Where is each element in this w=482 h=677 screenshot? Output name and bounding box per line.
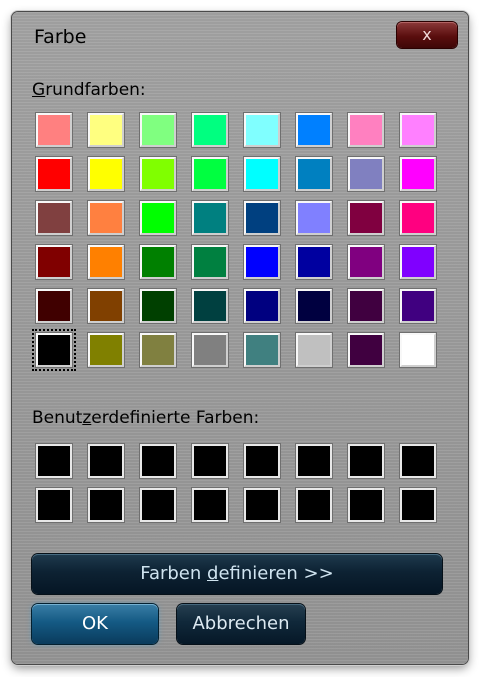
custom-color-swatch[interactable] — [36, 444, 72, 478]
basic-color-swatch[interactable] — [348, 113, 384, 147]
basic-color-swatch[interactable] — [400, 333, 436, 367]
cancel-button[interactable]: Abbrechen — [177, 604, 305, 644]
color-dialog: Farbe x Grundfarben: Benutzerdefinierte … — [12, 12, 468, 664]
basic-color-swatch[interactable] — [244, 245, 280, 279]
ok-button[interactable]: OK — [32, 604, 158, 644]
basic-color-swatch[interactable] — [348, 245, 384, 279]
basic-color-swatch[interactable] — [348, 201, 384, 235]
basic-color-swatch[interactable] — [244, 333, 280, 367]
basic-color-swatch[interactable] — [296, 201, 332, 235]
basic-color-swatch[interactable] — [36, 201, 72, 235]
basic-color-swatch[interactable] — [192, 113, 228, 147]
basic-color-swatch[interactable] — [244, 201, 280, 235]
custom-color-swatch[interactable] — [140, 444, 176, 478]
basic-color-swatch[interactable] — [244, 157, 280, 191]
basic-color-swatch[interactable] — [348, 289, 384, 323]
basic-color-swatch[interactable] — [140, 289, 176, 323]
basic-color-swatch[interactable] — [192, 201, 228, 235]
custom-color-swatch[interactable] — [244, 444, 280, 478]
close-button[interactable]: x — [397, 22, 457, 48]
dialog-title: Farbe — [34, 26, 87, 48]
basic-color-swatch[interactable] — [192, 333, 228, 367]
basic-color-swatch[interactable] — [88, 157, 124, 191]
basic-color-swatch[interactable] — [140, 113, 176, 147]
custom-color-swatch[interactable] — [296, 444, 332, 478]
custom-color-swatch[interactable] — [244, 488, 280, 522]
basic-color-swatch[interactable] — [400, 289, 436, 323]
basic-color-swatch[interactable] — [348, 157, 384, 191]
close-icon: x — [422, 25, 432, 44]
basic-color-swatch[interactable] — [192, 245, 228, 279]
custom-color-swatch[interactable] — [140, 488, 176, 522]
basic-color-swatch[interactable] — [140, 333, 176, 367]
custom-color-swatch[interactable] — [88, 488, 124, 522]
basic-color-swatch[interactable] — [32, 329, 76, 371]
basic-color-swatch[interactable] — [400, 157, 436, 191]
custom-color-swatch[interactable] — [36, 488, 72, 522]
basic-color-swatch[interactable] — [296, 333, 332, 367]
custom-color-swatch[interactable] — [296, 488, 332, 522]
basic-color-swatch[interactable] — [296, 157, 332, 191]
basic-color-swatch[interactable] — [244, 113, 280, 147]
basic-color-swatch[interactable] — [36, 289, 72, 323]
basic-color-swatch[interactable] — [36, 157, 72, 191]
basic-color-swatch[interactable] — [36, 245, 72, 279]
basic-colors-label: Grundfarben: — [32, 80, 146, 100]
custom-color-swatch[interactable] — [348, 444, 384, 478]
basic-color-swatch[interactable] — [296, 245, 332, 279]
basic-color-swatch[interactable] — [400, 201, 436, 235]
basic-color-swatch[interactable] — [348, 333, 384, 367]
basic-color-swatch[interactable] — [244, 289, 280, 323]
basic-color-swatch[interactable] — [88, 245, 124, 279]
custom-colors-label: Benutzerdefinierte Farben: — [32, 408, 260, 428]
basic-color-swatch[interactable] — [192, 289, 228, 323]
custom-color-swatch[interactable] — [88, 444, 124, 478]
basic-color-swatch[interactable] — [400, 245, 436, 279]
basic-color-swatch[interactable] — [88, 113, 124, 147]
basic-color-swatch[interactable] — [296, 113, 332, 147]
basic-color-swatch[interactable] — [140, 157, 176, 191]
basic-color-swatch[interactable] — [192, 157, 228, 191]
custom-color-swatch[interactable] — [192, 488, 228, 522]
basic-color-swatch[interactable] — [88, 201, 124, 235]
custom-color-swatch[interactable] — [400, 488, 436, 522]
basic-color-swatch[interactable] — [88, 289, 124, 323]
custom-color-swatch[interactable] — [348, 488, 384, 522]
basic-color-swatch[interactable] — [400, 113, 436, 147]
basic-color-swatch[interactable] — [88, 333, 124, 367]
basic-color-swatch[interactable] — [140, 245, 176, 279]
basic-color-swatch[interactable] — [140, 201, 176, 235]
custom-color-swatch[interactable] — [400, 444, 436, 478]
basic-color-swatch[interactable] — [36, 113, 72, 147]
basic-color-swatch[interactable] — [296, 289, 332, 323]
define-colors-button[interactable]: Farben definieren >> — [32, 554, 442, 594]
custom-color-swatch[interactable] — [192, 444, 228, 478]
